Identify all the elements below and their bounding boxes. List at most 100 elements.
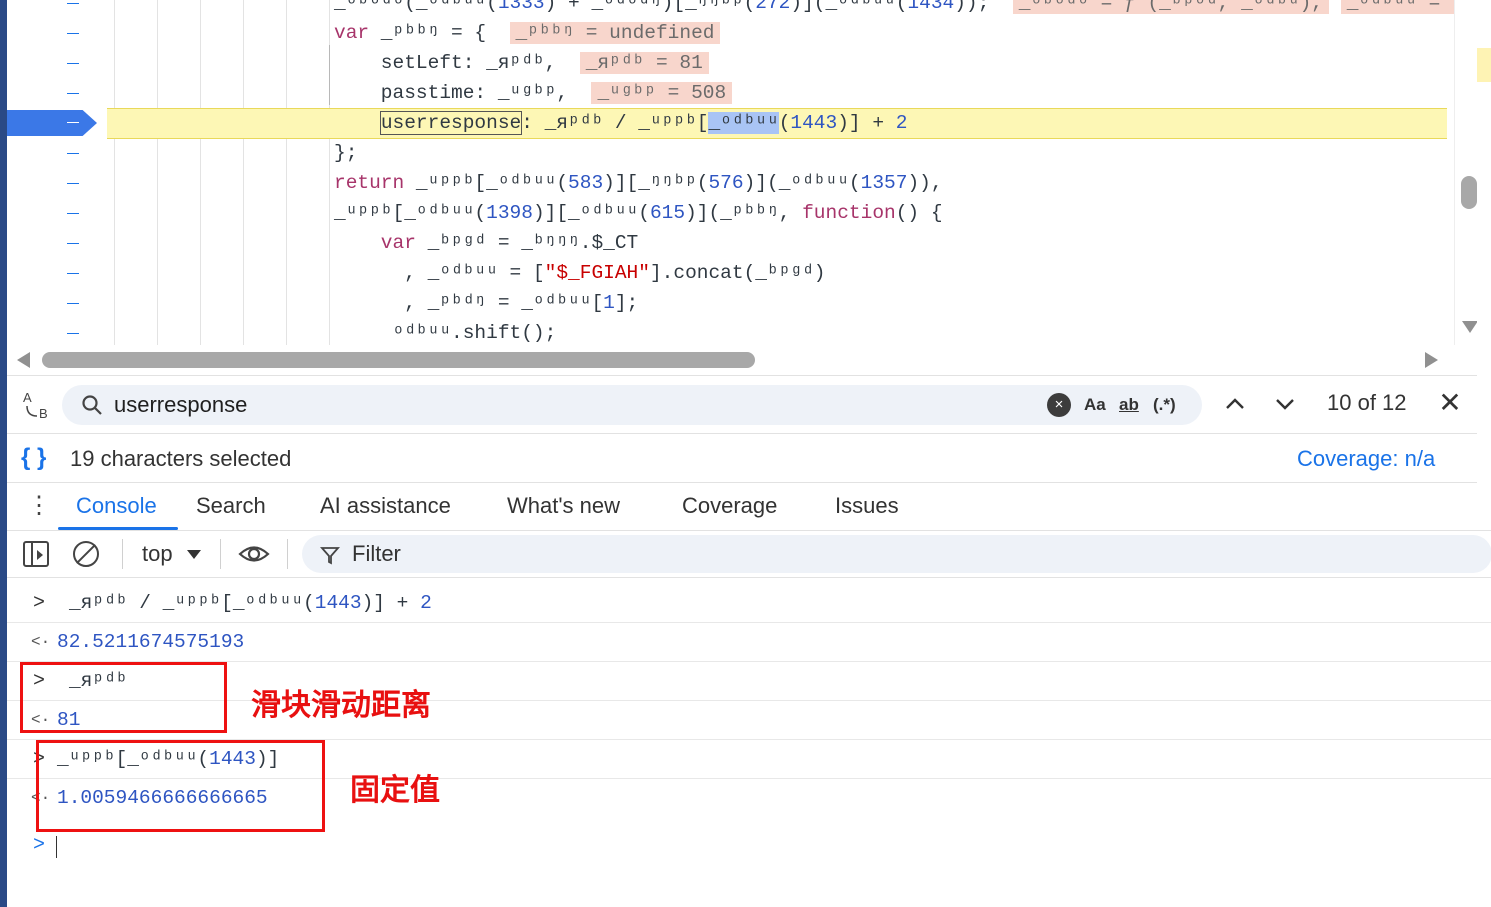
filter-box xyxy=(302,535,1491,573)
inline-value: _ᴙᵖᵈᵇ = 81 xyxy=(579,52,709,74)
toolbar-divider xyxy=(287,539,288,569)
code-line-current[interactable]: userresponse: _ᴙᵖᵈᵇ / _ᵘᵖᵖᵇ[_ᵒᵈᵇᵘᵘ(1443)… xyxy=(334,108,907,138)
scroll-down-arrow-icon[interactable] xyxy=(1462,321,1477,333)
code-line[interactable]: _ᵒᵇᵒᵈᵒ(_ᵒᵈᵇᵘᵘ(1333) + _ᵒᵈᵒᵈᵑ)[_ᵑᵑᵇᵖ(272)… xyxy=(334,0,1477,18)
whole-word-toggle[interactable]: ab xyxy=(1119,393,1139,417)
code-line[interactable]: var _ᵖᵇᵇᵑ = { _ᵖᵇᵇᵑ = undefined xyxy=(334,18,721,48)
annotation-fixed-value: 固定值 xyxy=(350,773,440,808)
scroll-left-arrow-icon[interactable] xyxy=(17,352,30,368)
regex-toggle[interactable]: (.*) xyxy=(1153,393,1176,417)
gutter-marker[interactable] xyxy=(67,183,79,184)
vertical-scroll-thumb[interactable] xyxy=(1461,176,1477,209)
sidebar-toggle-icon[interactable] xyxy=(23,541,49,567)
selected-text: _ᵒᵈᵇᵘᵘ xyxy=(708,112,779,134)
console-result-text: 82.5211674575193 xyxy=(57,631,245,653)
gutter-marker[interactable] xyxy=(67,243,79,244)
gutter-marker[interactable] xyxy=(67,3,79,4)
console-input-row[interactable]: > _ᴙᵖᵈᵇ / _ᵘᵖᵖᵇ[_ᵒᵈᵇᵘᵘ(1443)] + 2 xyxy=(7,584,1491,623)
code-line[interactable]: , _ᵒᵈᵇᵘᵘ = ["$_FGIAH"].concat(_ᵇᵖᵍᵈ) xyxy=(334,258,825,288)
line-gutter[interactable] xyxy=(7,0,107,345)
gutter-marker[interactable] xyxy=(67,273,79,274)
vertical-scrollbar[interactable] xyxy=(1454,0,1477,345)
indent-guide xyxy=(243,0,244,345)
gutter-marker[interactable] xyxy=(67,333,79,334)
toolbar-divider xyxy=(122,539,123,569)
indent-guide xyxy=(329,45,330,105)
gutter-marker[interactable] xyxy=(67,63,79,64)
clear-search-icon[interactable]: × xyxy=(1047,393,1071,417)
indent-guide xyxy=(114,0,115,345)
previous-match-button[interactable] xyxy=(1217,386,1253,422)
code-line[interactable]: , _ᵖᵇᵈᵑ = _ᵒᵈᵇᵘᵘ[1]; xyxy=(334,288,638,318)
code-line[interactable]: passtime: _ᵘᵍᵇᵖ, _ᵘᵍᵇᵖ = 508 xyxy=(334,78,733,108)
console-input-prompt-icon: > xyxy=(33,834,46,857)
chevron-down-icon xyxy=(1276,399,1294,410)
tab-coverage[interactable]: Coverage xyxy=(682,493,777,519)
match-case-toggle[interactable]: Aa xyxy=(1084,393,1106,417)
drawer-tabbar: ⋮ Console Search AI assistance What's ne… xyxy=(7,483,1491,531)
indent-guide xyxy=(157,0,158,345)
search-match-marker xyxy=(1477,48,1491,82)
code-line[interactable]: setLeft: _ᴙᵖᵈᵇ, _ᴙᵖᵈᵇ = 81 xyxy=(334,48,709,78)
tab-search[interactable]: Search xyxy=(196,493,266,519)
selection-info: 19 characters selected xyxy=(70,446,292,471)
console-result-row[interactable]: <· 81 xyxy=(7,701,1491,740)
gutter-marker[interactable] xyxy=(67,93,79,94)
live-expression-eye-icon[interactable] xyxy=(238,541,270,567)
breakpoint-marker[interactable] xyxy=(7,110,97,136)
horizontal-scrollbar[interactable] xyxy=(7,345,1477,375)
inline-value: _ᵒᵇᵒᵈᵒ = ƒ (_ᵇᵖᵒᵈ, _ᵒᵈᵇᵘ), xyxy=(1012,0,1329,14)
tab-ai-assistance[interactable]: AI assistance xyxy=(320,493,451,519)
console-caret[interactable] xyxy=(56,836,57,858)
indent-guide xyxy=(286,0,287,345)
code-line[interactable]: _ᵘᵖᵖᵇ[_ᵒᵈᵇᵘᵘ(1398)][_ᵒᵈᵇᵘᵘ(615)](_ᵖᵇᵇᵑ, … xyxy=(334,198,943,228)
search-input[interactable] xyxy=(114,385,1014,425)
search-bar: AB × Aa ab (.*) 10 of 12 ✕ xyxy=(7,375,1477,433)
annotation-slider-distance: 滑块滑动距离 xyxy=(251,688,431,723)
console-input-row[interactable]: > _ᴙᵖᵈᵇ xyxy=(7,662,1491,701)
gutter-marker[interactable] xyxy=(67,303,79,304)
context-selector[interactable]: top xyxy=(142,541,173,567)
svg-text:B: B xyxy=(39,406,48,421)
horizontal-scroll-thumb[interactable] xyxy=(42,352,755,368)
gutter-marker[interactable] xyxy=(67,153,79,154)
svg-text:A: A xyxy=(23,390,32,405)
annotation-box-slider xyxy=(20,662,227,733)
console-result-row[interactable]: <· 82.5211674575193 xyxy=(7,623,1491,662)
gutter-marker[interactable] xyxy=(67,33,79,34)
chevron-up-icon xyxy=(1226,398,1244,409)
code-line[interactable]: ᵒᵈᵇᵘᵘ.shift(); xyxy=(334,318,557,348)
tab-whats-new[interactable]: What's new xyxy=(507,493,620,519)
dropdown-arrow-icon[interactable] xyxy=(187,550,201,559)
next-match-button[interactable] xyxy=(1267,386,1303,422)
gutter-marker[interactable] xyxy=(67,213,79,214)
drawer-menu-icon[interactable]: ⋮ xyxy=(27,493,51,521)
source-editor[interactable]: _ᵒᵇᵒᵈᵒ(_ᵒᵈᵇᵘᵘ(1333) + _ᵒᵈᵒᵈᵑ)[_ᵑᵑᵇᵖ(272)… xyxy=(7,0,1477,375)
prompt-chevron-icon: > xyxy=(33,592,46,615)
coverage-link[interactable]: Coverage: n/a xyxy=(1297,446,1435,472)
filter-icon xyxy=(320,547,340,565)
clear-console-icon[interactable] xyxy=(73,541,99,567)
scroll-right-arrow-icon[interactable] xyxy=(1425,352,1438,368)
match-count: 10 of 12 xyxy=(1327,390,1407,415)
left-edge-strip xyxy=(0,0,7,907)
code-line[interactable]: return _ᵘᵖᵖᵇ[_ᵒᵈᵇᵘᵘ(583)][_ᵑᵑᵇᵖ(576)](_ᵒ… xyxy=(334,168,943,198)
search-icon xyxy=(82,395,102,415)
tab-issues[interactable]: Issues xyxy=(835,493,899,519)
pretty-print-button[interactable]: { } xyxy=(21,444,46,472)
code-line[interactable]: }; xyxy=(334,138,357,168)
inline-value: _ᵖᵇᵇᵑ = undefined xyxy=(509,22,721,44)
active-tab-indicator xyxy=(58,527,178,530)
tab-console[interactable]: Console xyxy=(76,493,157,519)
annotation-box-fixed xyxy=(36,740,325,832)
filter-input[interactable] xyxy=(352,535,952,573)
indent-guide xyxy=(200,0,201,345)
inline-value: _ᵘᵍᵇᵖ = 508 xyxy=(591,82,733,104)
replace-toggle-icon[interactable]: AB xyxy=(21,388,55,422)
console-input-text: _ᴙᵖᵈᵇ / _ᵘᵖᵖᵇ[_ᵒᵈᵇᵘᵘ(1443)] + 2 xyxy=(69,592,432,614)
result-arrow-icon: <· xyxy=(31,633,51,651)
close-search-button[interactable]: ✕ xyxy=(1435,388,1465,418)
code-line[interactable]: var _ᵇᵖᵍᵈ = _ᵇᵑᵑᵑ.$_CT xyxy=(334,228,638,258)
toolbar-divider xyxy=(220,539,221,569)
search-box: × Aa ab (.*) xyxy=(62,385,1202,425)
